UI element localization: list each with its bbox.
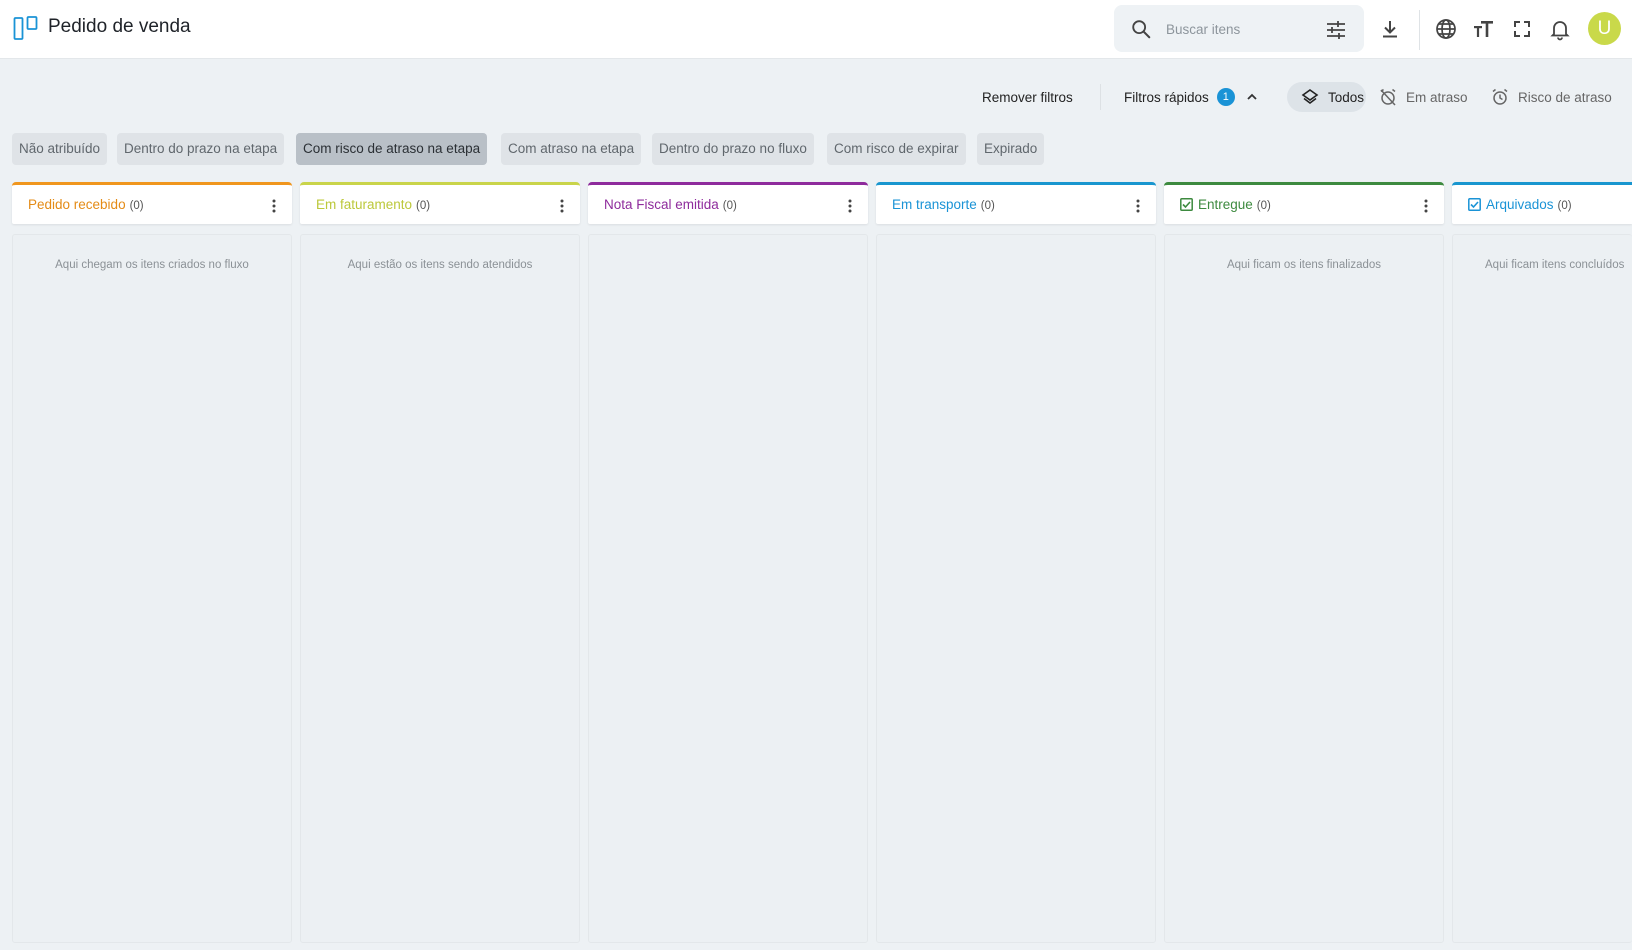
column-empty-text: Aqui ficam os itens finalizados [1226, 259, 1382, 271]
user-avatar[interactable]: U [1588, 12, 1621, 45]
search-box[interactable] [1114, 5, 1364, 52]
chip-com-risco-atraso-etapa[interactable]: Com risco de atraso na etapa [296, 133, 488, 165]
chip-com-atraso-etapa[interactable]: Com atraso na etapa [501, 133, 642, 165]
column-count: (0) [1256, 200, 1271, 212]
alarm-off-icon [1380, 88, 1396, 106]
checkbox-checked-icon [1468, 198, 1481, 211]
download-icon[interactable] [1378, 17, 1402, 41]
column-body-entregue: Aqui ficam os itens finalizados [1164, 234, 1444, 943]
chip-nao-atribuido[interactable]: Não atribuído [12, 133, 108, 165]
column-menu-icon[interactable] [1131, 198, 1145, 214]
column-title: Em faturamento [316, 197, 413, 212]
view-em-atraso-label: Em atraso [1406, 89, 1468, 105]
fullscreen-icon[interactable] [1510, 17, 1534, 41]
column-count: (0) [129, 200, 144, 212]
column-header-em-faturamento: Em faturamento (0) [300, 182, 580, 224]
column-header-pedido-recebido: Pedido recebido (0) [12, 182, 292, 224]
chip-dentro-prazo-fluxo[interactable]: Dentro do prazo no fluxo [652, 133, 814, 165]
header-divider [1419, 10, 1420, 50]
tune-icon[interactable] [1326, 20, 1346, 40]
search-input[interactable] [1166, 18, 1316, 40]
column-title: Arquivados [1486, 197, 1554, 212]
chip-com-risco-expirar[interactable]: Com risco de expirar [827, 133, 966, 165]
column-menu-icon[interactable] [267, 198, 281, 214]
column-menu-icon[interactable] [1419, 198, 1433, 214]
quick-filters-count-badge: 1 [1216, 88, 1235, 106]
alarm-icon [1492, 88, 1508, 105]
search-icon [1132, 20, 1151, 39]
column-empty-text: Aqui estão os itens sendo atendidos [347, 259, 533, 271]
board-icon [13, 16, 38, 40]
column-count: (0) [1557, 200, 1572, 212]
column-title: Pedido recebido [28, 197, 126, 212]
layers-icon [1301, 89, 1319, 104]
quick-filters-toggle[interactable]: Filtros rápidos 1 [1124, 82, 1259, 112]
column-header-nota-fiscal-emitida: Nota Fiscal emitida (0) [588, 182, 868, 224]
top-bar: Pedido de venda Buscar itens U [0, 0, 1632, 59]
view-risco-de-atraso-button[interactable]: Risco de atraso [1491, 82, 1612, 112]
column-header-em-transporte: Em transporte (0) [876, 182, 1156, 224]
view-todos-button[interactable]: Todos [1287, 82, 1366, 112]
globe-icon[interactable] [1434, 17, 1458, 41]
view-risco-de-atraso-label: Risco de atraso [1518, 89, 1612, 105]
checkbox-checked-icon [1180, 198, 1193, 211]
quick-filters-label: Filtros rápidos [1124, 89, 1209, 105]
column-body-nota-fiscal-emitida [588, 234, 868, 943]
column-body-em-transporte [876, 234, 1156, 943]
column-count: (0) [416, 200, 431, 212]
column-empty-text: Aqui ficam itens concluídos [1485, 259, 1625, 271]
column-body-arquivados: Aqui ficam itens concluídos [1452, 234, 1632, 943]
column-header-arquivados: Arquivados (0) [1452, 182, 1632, 224]
column-title: Em transporte [892, 197, 977, 212]
remove-filters-button[interactable]: Remover filtros [982, 82, 1073, 112]
view-todos-label: Todos [1328, 89, 1365, 105]
column-title: Nota Fiscal emitida [604, 197, 719, 212]
view-em-atraso-button[interactable]: Em atraso [1379, 82, 1468, 112]
bell-icon[interactable] [1548, 17, 1572, 41]
column-title: Entregue [1198, 197, 1253, 212]
text-size-icon[interactable] [1472, 17, 1496, 41]
page-title: Pedido de venda [48, 16, 191, 37]
filter-divider [1100, 84, 1101, 110]
column-count: (0) [980, 200, 995, 212]
column-body-em-faturamento: Aqui estão os itens sendo atendidos [300, 234, 580, 943]
column-count: (0) [722, 200, 737, 212]
column-empty-text: Aqui chegam os itens criados no fluxo [55, 259, 249, 271]
chip-expirado[interactable]: Expirado [977, 133, 1045, 165]
column-header-entregue: Entregue (0) [1164, 182, 1444, 224]
column-menu-icon[interactable] [555, 198, 569, 214]
chevron-up-icon [1247, 93, 1257, 100]
column-body-pedido-recebido: Aqui chegam os itens criados no fluxo [12, 234, 292, 943]
column-menu-icon[interactable] [843, 198, 857, 214]
chip-dentro-prazo-etapa[interactable]: Dentro do prazo na etapa [117, 133, 285, 165]
